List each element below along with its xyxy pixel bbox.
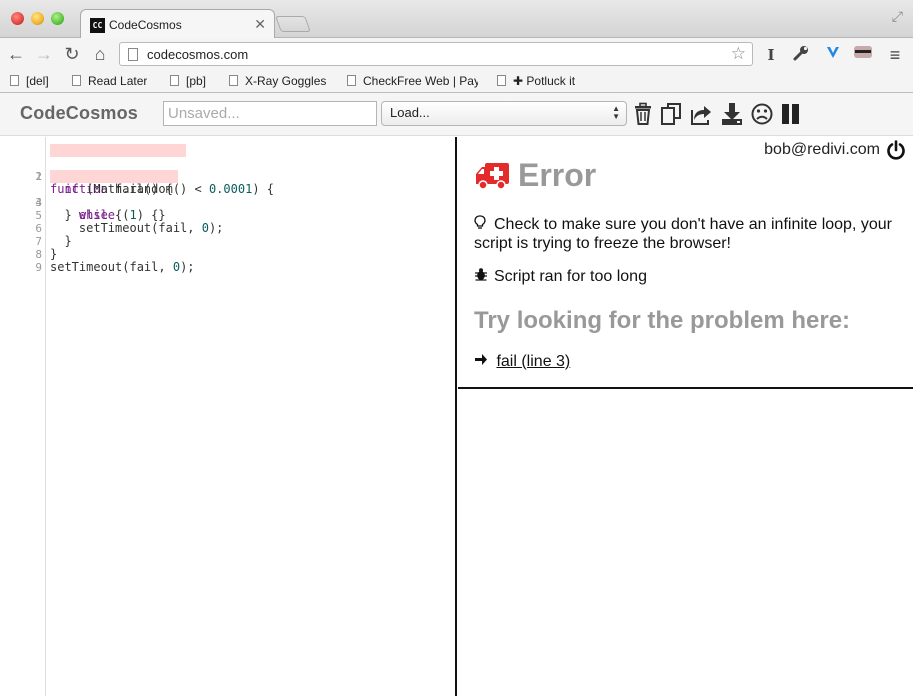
forward-icon[interactable]: → bbox=[34, 43, 54, 65]
error-title: Error bbox=[518, 157, 597, 193]
user-email: bob@redivi.com bbox=[764, 141, 880, 158]
code-editor[interactable]: 1 function fail() { 2 if (Math.random() … bbox=[0, 137, 457, 696]
code-line: 5 setTimeout(fail, 0); bbox=[0, 196, 457, 235]
url-text: codecosmos.com bbox=[147, 47, 249, 62]
error-highlight bbox=[50, 170, 178, 183]
reload-icon[interactable]: ↻ bbox=[62, 43, 82, 65]
address-bar[interactable]: codecosmos.com ☆ bbox=[119, 42, 753, 66]
stack-trace-item: fail (line 3) bbox=[474, 353, 570, 371]
load-select-label: Load... bbox=[390, 105, 430, 120]
browser-tab[interactable]: CC CodeCosmos ✕ bbox=[80, 9, 275, 39]
new-tab-button[interactable] bbox=[275, 16, 311, 32]
error-highlight bbox=[50, 144, 186, 157]
page-icon bbox=[10, 75, 19, 86]
fullscreen-icon[interactable]: ⤢ bbox=[892, 8, 903, 25]
line-number: 9 bbox=[35, 261, 42, 274]
page-icon bbox=[72, 75, 81, 86]
infinite-loop-message: Check to make sure you don't have an inf… bbox=[474, 215, 904, 253]
page-icon bbox=[497, 75, 506, 86]
page-icon bbox=[229, 75, 238, 86]
code-line: 7 } bbox=[0, 222, 457, 261]
code-line: 9 bbox=[0, 248, 457, 274]
select-arrows-icon: ▲ ▼ bbox=[612, 104, 620, 121]
app-toolbar: CodeCosmos Load... ▲▼ bbox=[0, 93, 913, 136]
menu-icon[interactable]: ≡ bbox=[884, 44, 906, 66]
output-pane: bob@redivi.com Error Check to make sure … bbox=[458, 137, 913, 389]
timeout-message: Script ran for too long bbox=[474, 267, 904, 286]
bookmark-star-icon[interactable]: ☆ bbox=[731, 44, 746, 64]
arrow-right-icon bbox=[474, 353, 492, 370]
tab-close-icon[interactable]: ✕ bbox=[254, 16, 266, 33]
pause-icon[interactable] bbox=[779, 102, 803, 126]
instapaper-icon[interactable]: I bbox=[760, 44, 782, 66]
code-line: 1 function fail() { bbox=[0, 144, 457, 196]
bookmark-item[interactable]: Read Later bbox=[72, 74, 147, 88]
code-lines: 1 function fail() { 2 if (Math.random() … bbox=[0, 144, 457, 274]
back-icon[interactable]: ← bbox=[6, 43, 26, 65]
heart-extension-icon[interactable] bbox=[822, 44, 844, 66]
code-text: setTimeout(fail, 0); bbox=[50, 260, 195, 274]
code-line: 6 } bbox=[0, 209, 457, 248]
bookmarks-bar: [del] Read Later [pb] X-Ray Goggles Chec… bbox=[0, 70, 913, 93]
bookmark-item[interactable]: X-Ray Goggles bbox=[229, 74, 326, 88]
download-icon[interactable] bbox=[720, 102, 744, 126]
lightbulb-icon bbox=[474, 215, 494, 234]
stack-trace-link[interactable]: fail (line 3) bbox=[496, 353, 570, 370]
sad-face-icon[interactable] bbox=[750, 102, 774, 126]
message-text: Script ran for too long bbox=[494, 268, 647, 285]
share-icon[interactable] bbox=[690, 102, 714, 126]
mask-extension-icon[interactable] bbox=[852, 44, 874, 66]
bookmark-item[interactable]: ✚ Potluck it bbox=[497, 74, 575, 88]
page-icon bbox=[170, 75, 179, 86]
code-line: 2 if (Math.random() < 0.0001) { bbox=[0, 157, 457, 196]
tab-favicon: CC bbox=[90, 18, 105, 33]
window-titlebar: CC CodeCosmos ✕ ⤢ bbox=[0, 0, 913, 39]
trash-icon[interactable] bbox=[632, 102, 656, 126]
page-icon bbox=[347, 75, 356, 86]
app-logo: CodeCosmos bbox=[20, 103, 139, 123]
bookmark-item[interactable]: CheckFree Web | Pay bbox=[347, 74, 478, 88]
tab-title: CodeCosmos bbox=[109, 18, 182, 32]
copy-icon[interactable] bbox=[660, 102, 684, 126]
code-line: 3 while (1) {} bbox=[0, 170, 457, 222]
close-window-button[interactable] bbox=[11, 12, 24, 25]
browser-toolbar: ← → ↻ ⌂ codecosmos.com ☆ I ≡ bbox=[0, 38, 913, 70]
code-line: 4 } else { bbox=[0, 183, 457, 222]
code-line: 8 setTimeout(fail, 0); bbox=[0, 235, 457, 274]
power-icon[interactable] bbox=[886, 140, 906, 160]
page-icon bbox=[128, 48, 138, 61]
minimize-window-button[interactable] bbox=[31, 12, 44, 25]
bookmark-item[interactable]: [pb] bbox=[170, 74, 206, 88]
message-text: Check to make sure you don't have an inf… bbox=[474, 216, 892, 252]
ambulance-icon bbox=[474, 162, 510, 190]
wrench-extension-icon[interactable] bbox=[790, 44, 812, 66]
load-select[interactable]: Load... ▲ ▼ bbox=[381, 101, 627, 126]
zoom-window-button[interactable] bbox=[51, 12, 64, 25]
home-icon[interactable]: ⌂ bbox=[90, 43, 110, 65]
bug-icon bbox=[474, 267, 494, 286]
bookmark-item[interactable]: [del] bbox=[10, 74, 49, 88]
program-name-input[interactable] bbox=[163, 101, 377, 126]
problem-location-heading: Try looking for the problem here: bbox=[474, 307, 851, 334]
